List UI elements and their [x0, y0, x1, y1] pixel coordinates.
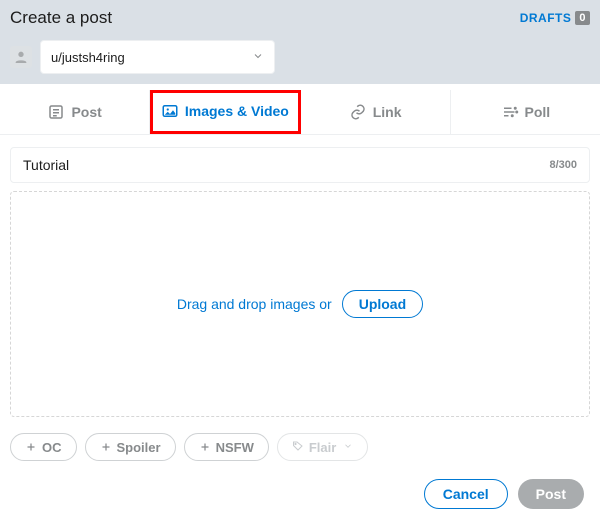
poll-icon [501, 103, 519, 121]
page-title: Create a post [10, 8, 112, 28]
upload-button[interactable]: Upload [342, 290, 423, 318]
media-dropzone[interactable]: Drag and drop images or Upload [10, 191, 590, 417]
post-type-tabs: Post Images & Video Link Poll [0, 90, 600, 135]
tag-flair[interactable]: Flair [277, 433, 368, 461]
tags-row: OC Spoiler NSFW Flair [10, 433, 590, 461]
content-area: Tutorial 8/300 Drag and drop images or U… [0, 135, 600, 517]
chevron-down-icon [343, 441, 353, 454]
post-button[interactable]: Post [518, 479, 584, 509]
tag-nsfw[interactable]: NSFW [184, 433, 269, 461]
plus-icon [199, 441, 211, 453]
tab-link[interactable]: Link [301, 90, 451, 134]
community-dropdown[interactable]: u/justsh4ring [40, 40, 275, 74]
header-top: Create a post DRAFTS 0 [10, 8, 590, 40]
chevron-down-icon [252, 50, 264, 65]
tag-flair-label: Flair [309, 440, 336, 455]
tag-icon [292, 440, 304, 455]
tag-oc-label: OC [42, 440, 62, 455]
drafts-button[interactable]: DRAFTS 0 [520, 11, 590, 25]
tab-post-label: Post [71, 104, 101, 120]
drafts-count-badge: 0 [575, 11, 590, 25]
title-value: Tutorial [23, 157, 69, 173]
tab-post[interactable]: Post [0, 90, 150, 134]
title-char-counter: 8/300 [549, 159, 577, 171]
header-band: Create a post DRAFTS 0 u/justsh4ring [0, 0, 600, 84]
tab-images-video[interactable]: Images & Video [150, 90, 300, 134]
community-name: u/justsh4ring [51, 50, 125, 65]
tag-spoiler-label: Spoiler [117, 440, 161, 455]
tag-nsfw-label: NSFW [216, 440, 254, 455]
tab-images-label: Images & Video [185, 103, 289, 119]
post-icon [47, 103, 65, 121]
drafts-label: DRAFTS [520, 11, 572, 25]
tab-poll[interactable]: Poll [451, 90, 600, 134]
tab-link-label: Link [373, 104, 402, 120]
plus-icon [25, 441, 37, 453]
action-buttons: Cancel Post [10, 479, 590, 509]
plus-icon [100, 441, 112, 453]
tag-oc[interactable]: OC [10, 433, 77, 461]
dropzone-hint: Drag and drop images or [177, 296, 332, 312]
image-icon [161, 102, 179, 120]
tab-poll-label: Poll [525, 104, 551, 120]
community-avatar-icon [10, 46, 32, 68]
cancel-button[interactable]: Cancel [424, 479, 508, 509]
title-input[interactable]: Tutorial 8/300 [10, 147, 590, 183]
link-icon [349, 103, 367, 121]
tag-spoiler[interactable]: Spoiler [85, 433, 176, 461]
community-selector[interactable]: u/justsh4ring [10, 40, 590, 74]
